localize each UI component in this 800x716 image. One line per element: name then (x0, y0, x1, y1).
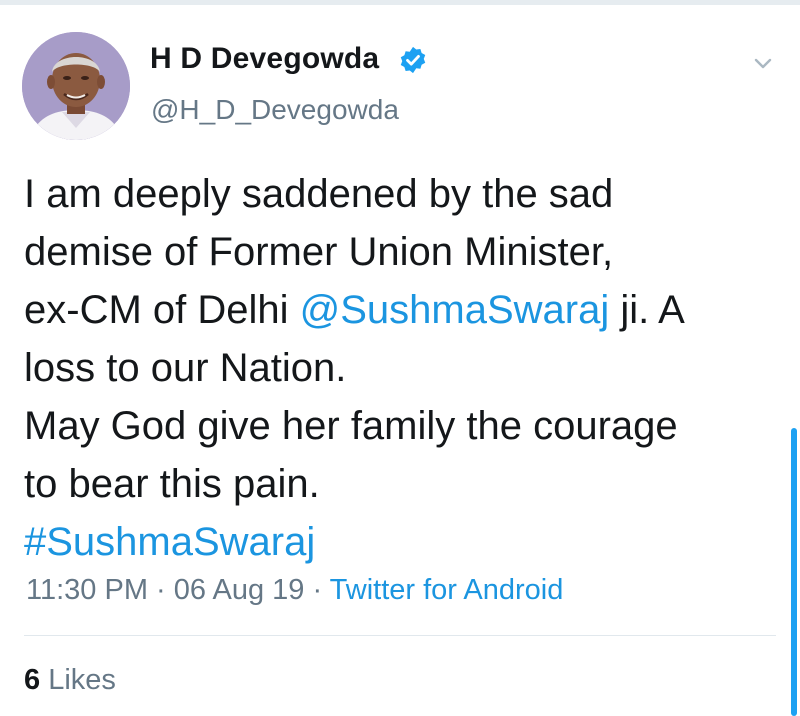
tweet-text-line: I am deeply saddened by the sad (24, 172, 614, 216)
tweet-date[interactable]: 06 Aug 19 (174, 574, 305, 606)
tweet-text-line: to bear this pain. (24, 462, 320, 506)
meta-separator: · (147, 574, 174, 606)
tweet-text-segment: ex-CM of Delhi (24, 288, 300, 332)
avatar[interactable] (22, 32, 130, 140)
mention-link[interactable]: @SushmaSwaraj (300, 288, 610, 332)
avatar-photo (22, 32, 130, 140)
tweet-text-line: May God give her family the courage (24, 404, 678, 448)
tweet-time[interactable]: 11:30 PM (26, 574, 148, 606)
likes-stat[interactable]: 6 Likes (24, 664, 116, 697)
chevron-down-icon[interactable] (748, 48, 778, 78)
meta-separator: · (304, 574, 330, 606)
tweet-source-link[interactable]: Twitter for Android (330, 574, 564, 606)
author-display-name[interactable]: H D Devegowda (150, 42, 379, 76)
tweet-card: H D Devegowda @H_D_Devegowda I am deeply… (0, 0, 800, 716)
hashtag-link[interactable]: #SushmaSwaraj (24, 513, 776, 571)
verified-badge-icon (400, 46, 426, 74)
tweet-text-line: demise of Former Union Minister, (24, 230, 614, 274)
author-handle[interactable]: @H_D_Devegowda (151, 94, 399, 126)
tweet-text-line: loss to our Nation. (24, 346, 347, 390)
likes-label: Likes (40, 664, 116, 696)
tweet-text-segment: ji. A (609, 288, 685, 332)
tweet-meta: 11:30 PM · 06 Aug 19 · Twitter for Andro… (26, 574, 563, 607)
tweet-text: I am deeply saddened by the sad demise o… (24, 165, 776, 571)
tweet-text-line: ex-CM of Delhi @SushmaSwaraj ji. A (24, 281, 776, 339)
stats-divider (24, 635, 776, 636)
likes-count: 6 (24, 664, 41, 696)
scrollbar[interactable] (791, 428, 797, 716)
